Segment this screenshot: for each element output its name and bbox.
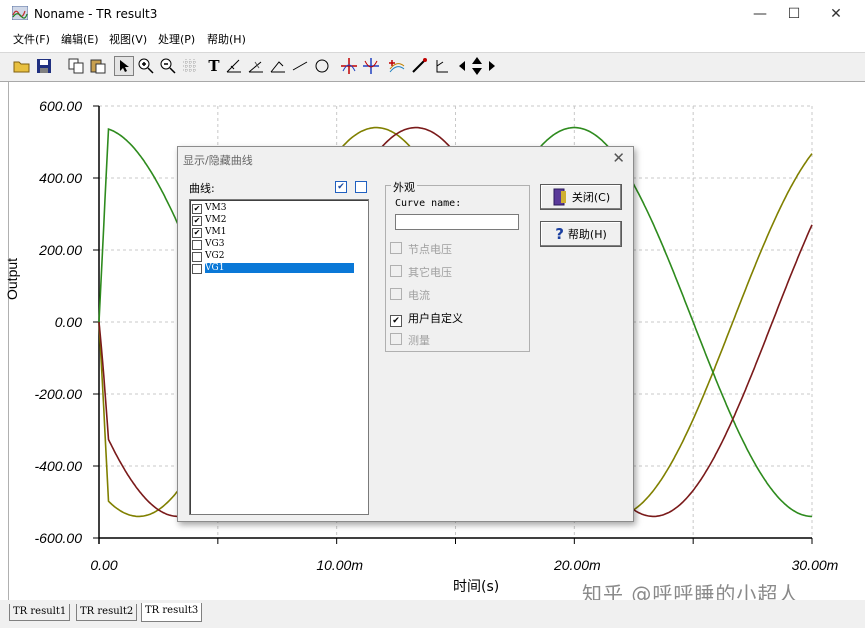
zoom-in-icon[interactable]: [136, 56, 156, 76]
cursor-b-icon[interactable]: [268, 56, 288, 76]
help-button-label: 帮助(H): [567, 228, 607, 241]
ellipse-icon[interactable]: [312, 56, 332, 76]
curve-checkbox[interactable]: ✔: [192, 204, 202, 214]
tab-tr-result3[interactable]: TR result3: [141, 603, 203, 622]
result-tabs: TR result1 TR result2 TR result3: [0, 600, 865, 628]
app-icon: [12, 6, 28, 20]
list-item[interactable]: ✔ VM2: [192, 215, 367, 226]
cursor-icon[interactable]: [114, 56, 134, 76]
cursor-a-icon[interactable]: [246, 56, 266, 76]
option-other-voltage[interactable]: 其它电压: [390, 264, 452, 280]
window-title: Noname - TR result3: [34, 7, 158, 21]
option-checkbox[interactable]: [390, 333, 402, 345]
up-down-arrow-icon[interactable]: [470, 56, 484, 76]
marker-icon[interactable]: [339, 56, 359, 76]
crosshair-icon[interactable]: [361, 56, 381, 76]
line-icon[interactable]: [290, 56, 310, 76]
curve-name: VG2: [205, 251, 225, 261]
list-item[interactable]: ✔ VM1: [192, 227, 367, 238]
curve-checkbox[interactable]: ✔: [192, 216, 202, 226]
option-checkbox[interactable]: [390, 242, 402, 254]
question-icon: ?: [555, 225, 564, 243]
curve-checkbox[interactable]: [192, 252, 202, 262]
save-icon[interactable]: [34, 56, 54, 76]
option-label: 节点电压: [408, 243, 452, 256]
curve-checkbox[interactable]: [192, 240, 202, 250]
option-checkbox[interactable]: [390, 265, 402, 277]
option-measurement[interactable]: 测量: [390, 332, 430, 348]
option-label: 用户自定义: [408, 312, 463, 325]
curve-name-input[interactable]: [395, 214, 519, 230]
check-all-checkbox[interactable]: ✔: [335, 181, 347, 193]
dialog-title: 显示/隐藏曲线: [183, 154, 253, 167]
option-label: 其它电压: [408, 266, 452, 279]
angle-icon[interactable]: [432, 56, 452, 76]
option-current[interactable]: 电流: [390, 287, 430, 303]
option-user-defined[interactable]: ✔ 用户自定义: [390, 310, 463, 327]
menu-bar: 文件(F) 编辑(E) 视图(V) 处理(P) 帮助(H): [0, 28, 865, 50]
left-arrow-icon[interactable]: [456, 56, 468, 76]
uncheck-all-checkbox[interactable]: [355, 181, 367, 193]
curve-name: VM1: [205, 227, 227, 237]
tab-tr-result1[interactable]: TR result1: [9, 604, 71, 621]
curves-label: 曲线:: [189, 182, 215, 195]
curve-name-label: Curve name:: [395, 198, 462, 209]
curve-name: VG1: [205, 263, 355, 273]
x-axis-label: 时间(s): [453, 579, 500, 595]
curve-name: VM2: [205, 215, 227, 225]
close-button[interactable]: 关闭(C): [540, 184, 622, 210]
appearance-label: 外观: [391, 179, 417, 195]
curve-name: VG3: [205, 239, 225, 249]
close-button-label: 关闭(C): [571, 191, 611, 204]
curve-checkbox[interactable]: ✔: [192, 228, 202, 238]
y-axis-label: Output: [4, 257, 20, 300]
copy-icon[interactable]: [66, 56, 86, 76]
menu-file[interactable]: 文件(F): [13, 31, 50, 47]
menu-edit[interactable]: 编辑(E): [61, 31, 99, 47]
dialog-close-icon[interactable]: ✕: [612, 149, 625, 167]
right-arrow-icon[interactable]: [486, 56, 498, 76]
maximize-button[interactable]: ☐: [780, 4, 808, 24]
option-label: 电流: [408, 289, 430, 302]
curve-name: VM3: [205, 203, 227, 213]
list-item[interactable]: VG3: [192, 239, 367, 250]
menu-process[interactable]: 处理(P): [158, 31, 195, 47]
grid-icon[interactable]: [180, 56, 200, 76]
menu-view[interactable]: 视图(V): [109, 31, 147, 47]
list-item[interactable]: VG1: [192, 263, 367, 274]
curve-checkbox[interactable]: [192, 264, 202, 274]
option-label: 测量: [408, 334, 430, 347]
option-node-voltage[interactable]: 节点电压: [390, 241, 452, 257]
menu-help[interactable]: 帮助(H): [207, 31, 246, 47]
help-button[interactable]: ? 帮助(H): [540, 221, 622, 247]
paste-icon[interactable]: [88, 56, 108, 76]
probe-icon[interactable]: [409, 56, 429, 76]
option-checkbox[interactable]: [390, 288, 402, 300]
text-icon[interactable]: T: [204, 56, 224, 76]
toolbar: T: [0, 52, 865, 82]
option-checkbox[interactable]: ✔: [390, 315, 402, 327]
curve-icon[interactable]: [387, 56, 407, 76]
list-item[interactable]: ✔ VM3: [192, 203, 367, 214]
close-window-button[interactable]: ✕: [822, 4, 850, 24]
title-bar: Noname - TR result3 — ☐ ✕: [0, 0, 865, 28]
list-item[interactable]: VG2: [192, 251, 367, 262]
open-icon[interactable]: [12, 56, 32, 76]
add-axis-icon[interactable]: [224, 56, 244, 76]
curve-list[interactable]: ✔ VM3 ✔ VM2 ✔ VM1 VG3 VG2 VG1: [189, 199, 369, 515]
show-hide-curves-dialog: 显示/隐藏曲线 ✕ 曲线: ✔ ✔ VM3 ✔ VM2 ✔ VM1 VG3 VG2 V…: [177, 146, 634, 522]
close-door-icon: [553, 188, 566, 206]
tab-tr-result2[interactable]: TR result2: [76, 604, 138, 621]
zoom-out-icon[interactable]: [158, 56, 178, 76]
minimize-button[interactable]: —: [746, 4, 774, 24]
